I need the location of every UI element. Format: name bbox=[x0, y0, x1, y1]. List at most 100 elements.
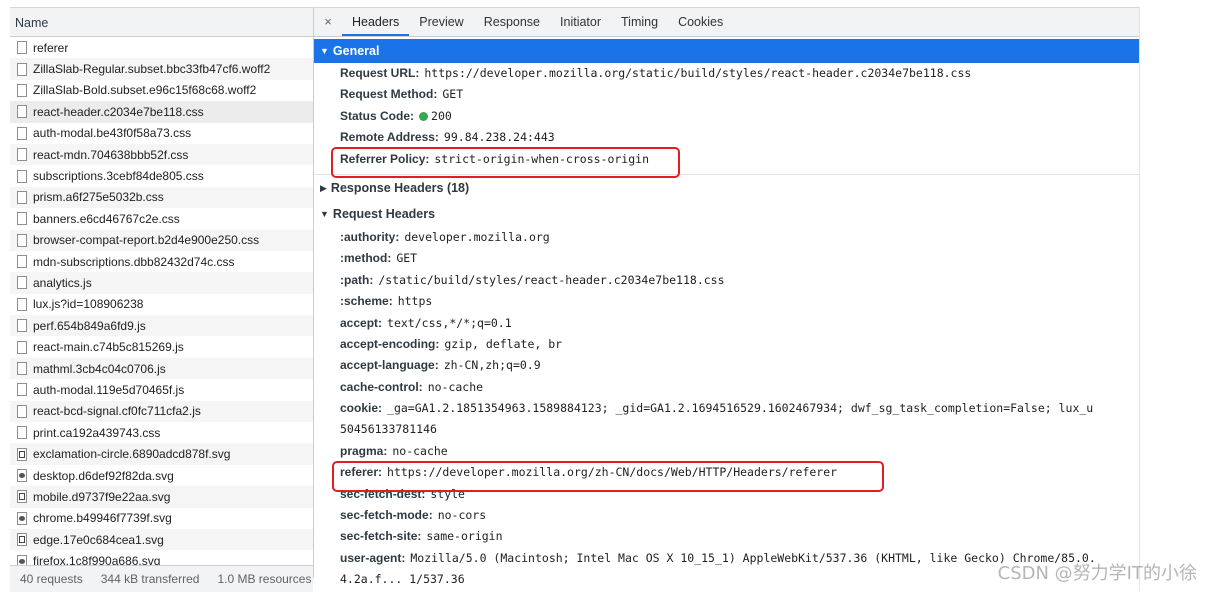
request-name: desktop.d6def92f82da.svg bbox=[33, 468, 174, 483]
document-icon bbox=[17, 212, 27, 226]
request-header-row: cookie: _ga=GA1.2.1851354963.1589884123; … bbox=[314, 398, 1139, 419]
document-icon bbox=[17, 105, 27, 119]
request-name: auth-modal.be43f0f58a73.css bbox=[33, 126, 192, 141]
request-row[interactable]: browser-compat-report.b2d4e900e250.css bbox=[10, 229, 313, 251]
header-value: 50456133781146 bbox=[340, 422, 437, 437]
header-key: accept-language: bbox=[340, 358, 439, 373]
request-name: ZillaSlab-Bold.subset.e96c15f68c68.woff2 bbox=[33, 83, 257, 98]
header-key: pragma: bbox=[340, 443, 388, 458]
tab-response[interactable]: Response bbox=[474, 8, 550, 36]
general-row: Request URL: https://developer.mozilla.or… bbox=[314, 63, 1139, 84]
document-icon bbox=[17, 148, 27, 162]
header-value: developer.mozilla.org bbox=[404, 229, 550, 244]
request-row[interactable]: ZillaSlab-Bold.subset.e96c15f68c68.woff2 bbox=[10, 80, 313, 101]
general-section-header[interactable]: ▼ General bbox=[314, 39, 1139, 63]
request-row[interactable]: lux.js?id=108906238 bbox=[10, 294, 313, 315]
request-row[interactable]: react-mdn.704638bbb52f.css bbox=[10, 143, 313, 166]
tab-initiator[interactable]: Initiator bbox=[550, 8, 611, 36]
tab-list: Headers Preview Response Initiator Timing Coo… bbox=[342, 8, 733, 36]
request-header-row: :authority: developer.mozilla.org bbox=[314, 227, 1139, 248]
request-headers-section[interactable]: ▼ Request Headers bbox=[314, 201, 1139, 227]
request-name: mdn-subscriptions.dbb82432d74c.css bbox=[33, 254, 235, 269]
request-row[interactable]: mathml.3cb4c04c0706.js bbox=[10, 357, 313, 380]
request-row[interactable]: desktop.d6def92f82da.svg bbox=[10, 465, 313, 486]
document-icon bbox=[17, 255, 27, 269]
tab-headers[interactable]: Headers bbox=[342, 8, 410, 36]
document-icon bbox=[17, 276, 27, 290]
request-row[interactable]: ZillaSlab-Regular.subset.bbc33fb47cf6.wo… bbox=[10, 58, 313, 80]
request-row[interactable]: react-bcd-signal.cf0fc711cfa2.js bbox=[10, 400, 313, 423]
request-name: banners.e6cd46767c2e.css bbox=[33, 211, 180, 226]
header-value: no-cache bbox=[427, 379, 484, 394]
referrer-policy-highlight bbox=[331, 147, 680, 178]
request-row[interactable]: perf.654b849a6fd9.js bbox=[10, 315, 313, 337]
request-name: exclamation-circle.6890adcd878f.svg bbox=[33, 447, 231, 462]
request-name: subscriptions.3cebf84de805.css bbox=[33, 169, 204, 184]
header-value: text/css,*/*;q=0.1 bbox=[387, 315, 512, 330]
header-value: same-origin bbox=[426, 529, 503, 544]
request-header-row: sec-fetch-site: same-origin bbox=[314, 526, 1139, 547]
header-key: Request URL: bbox=[340, 66, 420, 80]
general-row: Remote Address: 99.84.238.24:443 bbox=[314, 127, 1139, 148]
request-header-row: cache-control: no-cache bbox=[314, 377, 1139, 398]
request-name: edge.17e0c684cea1.svg bbox=[33, 532, 164, 547]
request-name: analytics.js bbox=[33, 275, 92, 290]
request-row[interactable]: react-header.c2034e7be118.css bbox=[10, 101, 313, 123]
request-row[interactable]: analytics.js bbox=[10, 272, 313, 294]
request-row[interactable]: print.ca192a439743.css bbox=[10, 422, 313, 443]
request-row[interactable]: auth-modal.be43f0f58a73.css bbox=[10, 123, 313, 144]
name-column-header[interactable]: Name bbox=[10, 7, 313, 37]
request-header-row: accept-language: zh-CN,zh;q=0.9 bbox=[314, 355, 1139, 376]
tab-preview[interactable]: Preview bbox=[409, 8, 473, 36]
document-icon bbox=[17, 404, 27, 418]
document-icon bbox=[17, 426, 27, 440]
request-row[interactable]: exclamation-circle.6890adcd878f.svg bbox=[10, 443, 313, 465]
request-header-row: accept-encoding: gzip, deflate, br bbox=[314, 334, 1139, 355]
request-row[interactable]: mdn-subscriptions.dbb82432d74c.css bbox=[10, 251, 313, 272]
document-icon bbox=[17, 83, 27, 97]
request-row[interactable]: mobile.d9737f9e22aa.svg bbox=[10, 486, 313, 508]
request-row[interactable]: chrome.b49946f7739f.svg bbox=[10, 508, 313, 529]
request-row[interactable]: referer bbox=[10, 37, 313, 58]
header-value: https://developer.mozilla.org/static/bui… bbox=[424, 66, 972, 80]
document-icon bbox=[17, 297, 27, 311]
header-key: cache-control: bbox=[340, 379, 423, 394]
request-name: prism.a6f275e5032b.css bbox=[33, 190, 164, 205]
header-key: :method: bbox=[340, 251, 392, 266]
expanded-triangle-icon: ▼ bbox=[320, 208, 329, 219]
request-row[interactable]: auth-modal.119e5d70465f.js bbox=[10, 379, 313, 400]
document-icon bbox=[17, 233, 27, 247]
header-key: Request Method: bbox=[340, 87, 438, 102]
request-name: react-main.c74b5c815269.js bbox=[33, 340, 184, 355]
header-value: zh-CN,zh;q=0.9 bbox=[443, 358, 541, 373]
request-header-row: pragma: no-cache bbox=[314, 441, 1139, 462]
request-row[interactable]: subscriptions.3cebf84de805.css bbox=[10, 165, 313, 186]
header-key: :scheme: bbox=[340, 294, 393, 309]
request-row[interactable]: edge.17e0c684cea1.svg bbox=[10, 528, 313, 551]
resources-size: 1.0 MB resources bbox=[217, 572, 312, 586]
request-row[interactable]: banners.e6cd46767c2e.css bbox=[10, 208, 313, 229]
general-row: Request Method: GET bbox=[314, 84, 1139, 105]
header-key: accept-encoding: bbox=[340, 336, 440, 351]
general-row: Status Code: 200 bbox=[314, 106, 1139, 127]
header-value: /static/build/styles/react-header.c2034e… bbox=[378, 272, 725, 287]
request-row[interactable]: prism.a6f275e5032b.css bbox=[10, 186, 313, 209]
tab-cookies[interactable]: Cookies bbox=[668, 8, 733, 36]
header-key: Status Code: bbox=[340, 108, 415, 123]
request-list-panel: Name referer ZillaSlab-Regular.subset.bbc… bbox=[10, 7, 314, 578]
document-icon bbox=[17, 319, 27, 333]
network-status-bar: 40 requests 344 kB transferred 1.0 MB re… bbox=[10, 565, 313, 592]
tab-timing[interactable]: Timing bbox=[611, 8, 668, 36]
header-key: cookie: bbox=[340, 401, 383, 416]
header-value: no-cors bbox=[437, 508, 487, 523]
request-row[interactable]: react-main.c74b5c815269.js bbox=[10, 336, 313, 357]
request-name: mathml.3cb4c04c0706.js bbox=[33, 361, 166, 376]
request-name: chrome.b49946f7739f.svg bbox=[33, 511, 172, 526]
response-headers-section[interactable]: ▶ Response Headers (18) bbox=[314, 173, 1139, 201]
close-icon[interactable]: × bbox=[314, 8, 342, 36]
request-name: react-header.c2034e7be118.css bbox=[33, 104, 204, 119]
document-icon bbox=[17, 340, 27, 354]
request-name: mobile.d9737f9e22aa.svg bbox=[33, 489, 171, 504]
expanded-triangle-icon: ▼ bbox=[320, 46, 329, 56]
request-name: auth-modal.119e5d70465f.js bbox=[33, 382, 185, 397]
